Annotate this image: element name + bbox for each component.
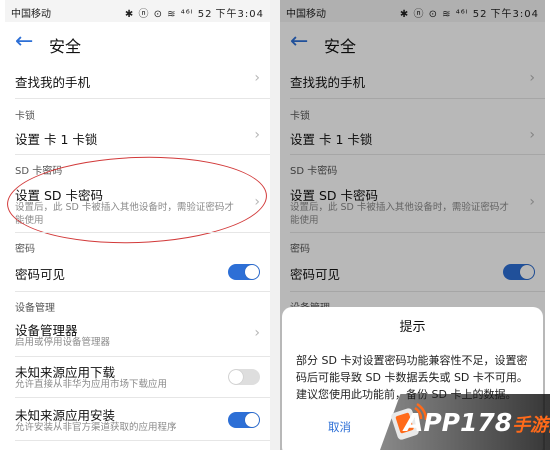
find-my-phone-label: 查找我的手机 (15, 75, 91, 90)
unknown-download-item: 未知来源应用下载 允许直接从非华为应用市场下载应用 (5, 360, 270, 392)
section-password: 密码 (15, 244, 35, 255)
dialog-title: 提示 (399, 320, 426, 335)
watermark-brand: APP178 (404, 408, 513, 437)
title-bar: ← 安全 (5, 22, 270, 64)
divider (15, 154, 270, 155)
page-title: 安全 (49, 37, 82, 56)
toggle-knob (245, 413, 259, 427)
divider (15, 440, 270, 441)
divider (15, 98, 270, 99)
back-arrow-icon[interactable]: ← (15, 30, 33, 54)
watermark-accent: 手游网 (512, 415, 550, 436)
status-time: 下午3:04 (215, 9, 264, 20)
unknown-download-toggle[interactable] (228, 369, 260, 385)
right-screen: 中国移动 ✱ ⓝ ⊙ ≋ ⁴⁶ᴵ 52 下午3:04 ← 安全 查找我的手机 › … (280, 0, 545, 450)
watermark-text: APP178手游网 (404, 408, 550, 437)
password-visible-item: 密码可见 (5, 259, 270, 285)
cancel-button[interactable]: 取消 (328, 419, 351, 435)
carrier-label: 中国移动 (11, 9, 51, 20)
unknown-install-toggle[interactable] (228, 412, 260, 428)
watermark-logo: APP178手游网 (380, 394, 550, 450)
unknown-install-item: 未知来源应用安装 允许安装从非官方渠道获取的应用程序 (5, 403, 270, 435)
divider (15, 232, 270, 233)
device-manager-item[interactable]: 设备管理器 启用或停用设备管理器 › (5, 318, 270, 350)
password-visible-label: 密码可见 (15, 267, 66, 282)
sim-lock-item[interactable]: 设置 卡 1 卡锁 › (5, 124, 270, 150)
status-bar: 中国移动 ✱ ⓝ ⊙ ≋ ⁴⁶ᴵ 52 下午3:04 (5, 0, 270, 22)
chevron-right-icon: › (254, 70, 260, 86)
unknown-install-desc: 允许安装从非官方渠道获取的应用程序 (15, 422, 177, 433)
divider (15, 397, 270, 398)
section-device-mgmt: 设备管理 (15, 303, 55, 314)
unknown-download-desc: 允许直接从非华为应用市场下载应用 (15, 379, 168, 390)
find-my-phone-item[interactable]: 查找我的手机 › (5, 66, 270, 96)
toggle-knob (229, 370, 243, 384)
panel-gap (270, 0, 280, 450)
chevron-right-icon: › (254, 325, 260, 341)
section-sim-lock: 卡锁 (15, 111, 35, 122)
password-visible-toggle[interactable] (228, 264, 260, 280)
status-icons: ✱ ⓝ ⊙ ≋ ⁴⁶ᴵ 52 下午3:04 (125, 5, 264, 20)
chevron-right-icon: › (254, 127, 260, 143)
toggle-knob (245, 265, 259, 279)
device-manager-desc: 启用或停用设备管理器 (15, 337, 111, 348)
left-screen: 中国移动 ✱ ⓝ ⊙ ≋ ⁴⁶ᴵ 52 下午3:04 ← 安全 查找我的手机 › … (5, 0, 270, 450)
divider (15, 291, 270, 292)
divider (15, 356, 270, 357)
status-icon-row: ✱ ⓝ ⊙ ≋ ⁴⁶ᴵ 52 (124, 9, 213, 20)
sim-lock-label: 设置 卡 1 卡锁 (15, 132, 98, 147)
